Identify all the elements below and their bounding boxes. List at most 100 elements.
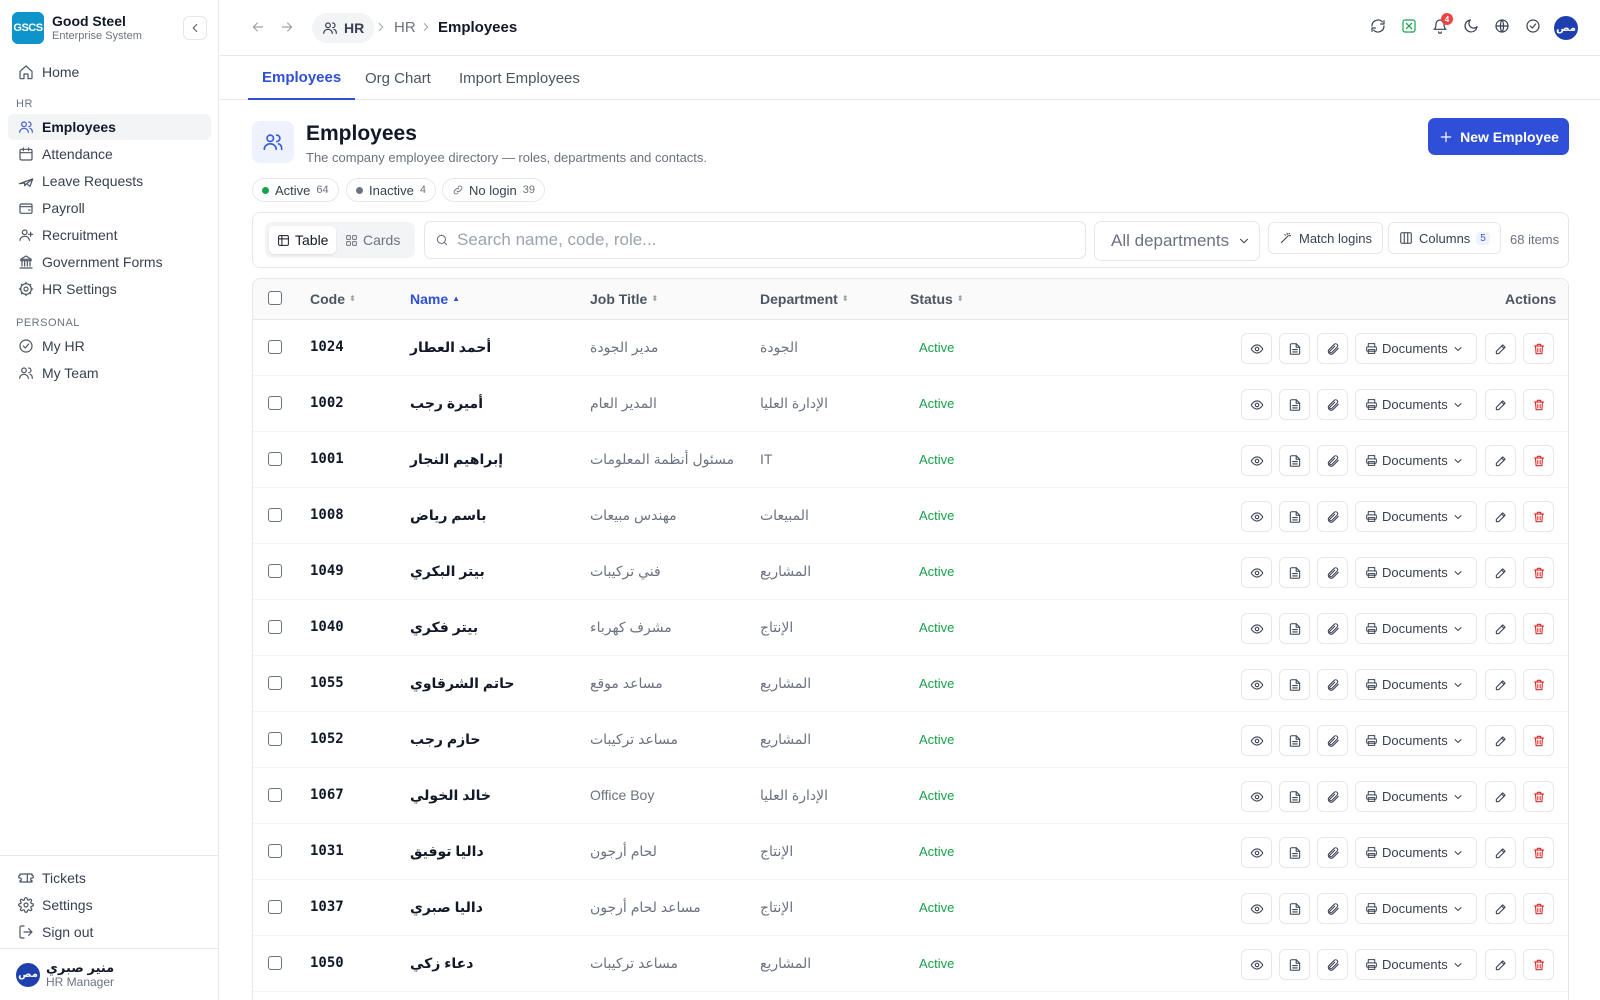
filter-chip-active[interactable]: Active 64 <box>252 178 339 202</box>
attachments-button[interactable] <box>1317 949 1348 980</box>
sidebar-item-home[interactable]: Home <box>8 59 211 85</box>
new-employee-button[interactable]: New Employee <box>1428 118 1569 155</box>
delete-button[interactable] <box>1523 725 1554 756</box>
delete-button[interactable] <box>1523 389 1554 420</box>
attachments-button[interactable] <box>1317 389 1348 420</box>
attachments-button[interactable] <box>1317 445 1348 476</box>
table-row[interactable]: 1067 خالد الخولي Office Boy الإدارة العليا A… <box>253 768 1568 824</box>
documents-dropdown[interactable]: Documents <box>1355 949 1477 980</box>
row-checkbox[interactable] <box>268 956 282 970</box>
view-button[interactable] <box>1241 613 1272 644</box>
sidebar-item-leave-requests[interactable]: Leave Requests <box>8 168 211 194</box>
attachments-button[interactable] <box>1317 893 1348 924</box>
sidebar-item-payroll[interactable]: Payroll <box>8 195 211 221</box>
row-checkbox[interactable] <box>268 340 282 354</box>
sidebar-item-attendance[interactable]: Attendance <box>8 141 211 167</box>
row-checkbox[interactable] <box>268 508 282 522</box>
view-button[interactable] <box>1241 893 1272 924</box>
attachments-button[interactable] <box>1317 781 1348 812</box>
columns-button[interactable]: Columns 5 <box>1388 222 1501 254</box>
table-row[interactable]: 1049 بيتر البكري فني تركيبات المشاريع Active… <box>253 544 1568 600</box>
attachments-button[interactable] <box>1317 501 1348 532</box>
employee-name[interactable]: خالد الخولي <box>410 787 491 804</box>
profile-document-button[interactable] <box>1279 445 1310 476</box>
row-checkbox[interactable] <box>268 788 282 802</box>
documents-dropdown[interactable]: Documents <box>1355 837 1477 868</box>
employee-name[interactable]: حازم رجب <box>410 731 481 748</box>
profile-document-button[interactable] <box>1279 949 1310 980</box>
collapse-sidebar-button[interactable] <box>183 16 207 40</box>
table-row[interactable]: 1002 أميرة رجب المدير العام الإدارة العليا A… <box>253 376 1568 432</box>
edit-button[interactable] <box>1485 781 1516 812</box>
row-checkbox[interactable] <box>268 676 282 690</box>
attachments-button[interactable] <box>1317 725 1348 756</box>
forward-button[interactable] <box>279 19 295 35</box>
documents-dropdown[interactable]: Documents <box>1355 613 1477 644</box>
documents-dropdown[interactable]: Documents <box>1355 445 1477 476</box>
edit-button[interactable] <box>1485 949 1516 980</box>
employee-name[interactable]: داليا توفيق <box>410 843 484 860</box>
table-row[interactable]: 1001 إبراهيم النجار مسئول أنظمة المعلومات I… <box>253 432 1568 488</box>
table-row[interactable]: 1040 بيتر فكري مشرف كهرباء الإنتاج Active Doc… <box>253 600 1568 656</box>
table-row[interactable]: 1037 داليا صبري مساعد لحام أرجون الإنتاج Act… <box>253 880 1568 936</box>
documents-dropdown[interactable]: Documents <box>1355 893 1477 924</box>
row-checkbox[interactable] <box>268 844 282 858</box>
attachments-button[interactable] <box>1317 613 1348 644</box>
delete-button[interactable] <box>1523 501 1554 532</box>
edit-button[interactable] <box>1485 837 1516 868</box>
row-checkbox[interactable] <box>268 564 282 578</box>
employee-name[interactable]: أميرة رجب <box>410 395 483 412</box>
row-checkbox[interactable] <box>268 620 282 634</box>
attachments-button[interactable] <box>1317 837 1348 868</box>
profile-document-button[interactable] <box>1279 837 1310 868</box>
back-button[interactable] <box>250 19 266 35</box>
delete-button[interactable] <box>1523 669 1554 700</box>
row-checkbox[interactable] <box>268 396 282 410</box>
profile-document-button[interactable] <box>1279 893 1310 924</box>
column-header-status[interactable]: Status ⬍ <box>910 291 964 307</box>
delete-button[interactable] <box>1523 445 1554 476</box>
delete-button[interactable] <box>1523 613 1554 644</box>
view-button[interactable] <box>1241 725 1272 756</box>
edit-button[interactable] <box>1485 445 1516 476</box>
refresh-button[interactable] <box>1370 18 1386 34</box>
column-header-code[interactable]: Code ⬍ <box>310 291 356 307</box>
sidebar-item-settings[interactable]: Settings <box>8 892 211 918</box>
breadcrumb-module[interactable]: HR <box>312 13 375 43</box>
tab-import-employees[interactable]: Import Employees <box>459 56 580 100</box>
profile-document-button[interactable] <box>1279 333 1310 364</box>
edit-button[interactable] <box>1485 557 1516 588</box>
view-button[interactable] <box>1241 501 1272 532</box>
view-table-button[interactable]: Table <box>269 226 337 254</box>
profile-document-button[interactable] <box>1279 557 1310 588</box>
employee-name[interactable]: أحمد العطار <box>410 339 491 356</box>
row-checkbox[interactable] <box>268 452 282 466</box>
edit-button[interactable] <box>1485 333 1516 364</box>
edit-button[interactable] <box>1485 501 1516 532</box>
table-row[interactable]: 1050 دعاء زكي مساعد تركيبات المشاريع Active D… <box>253 936 1568 992</box>
row-checkbox[interactable] <box>268 732 282 746</box>
edit-button[interactable] <box>1485 893 1516 924</box>
current-user[interactable]: مص منير صبري HR Manager <box>16 960 114 989</box>
employee-name[interactable]: بيتر فكري <box>410 619 478 636</box>
theme-toggle-button[interactable] <box>1463 18 1479 34</box>
column-header-department[interactable]: Department ⬍ <box>760 291 849 307</box>
documents-dropdown[interactable]: Documents <box>1355 333 1477 364</box>
delete-button[interactable] <box>1523 893 1554 924</box>
documents-dropdown[interactable]: Documents <box>1355 669 1477 700</box>
filter-chip-inactive[interactable]: Inactive 4 <box>346 178 436 202</box>
employee-name[interactable]: باسم رياض <box>410 507 487 524</box>
view-button[interactable] <box>1241 333 1272 364</box>
language-button[interactable] <box>1494 18 1510 34</box>
documents-dropdown[interactable]: Documents <box>1355 389 1477 420</box>
edit-button[interactable] <box>1485 725 1516 756</box>
employee-name[interactable]: بيتر البكري <box>410 563 485 580</box>
delete-button[interactable] <box>1523 333 1554 364</box>
view-button[interactable] <box>1241 781 1272 812</box>
view-button[interactable] <box>1241 837 1272 868</box>
profile-document-button[interactable] <box>1279 781 1310 812</box>
attachments-button[interactable] <box>1317 557 1348 588</box>
column-header-name[interactable]: Name ▲ <box>410 291 460 307</box>
select-all-checkbox[interactable] <box>268 291 282 305</box>
breadcrumb-hr[interactable]: HR <box>394 19 416 36</box>
